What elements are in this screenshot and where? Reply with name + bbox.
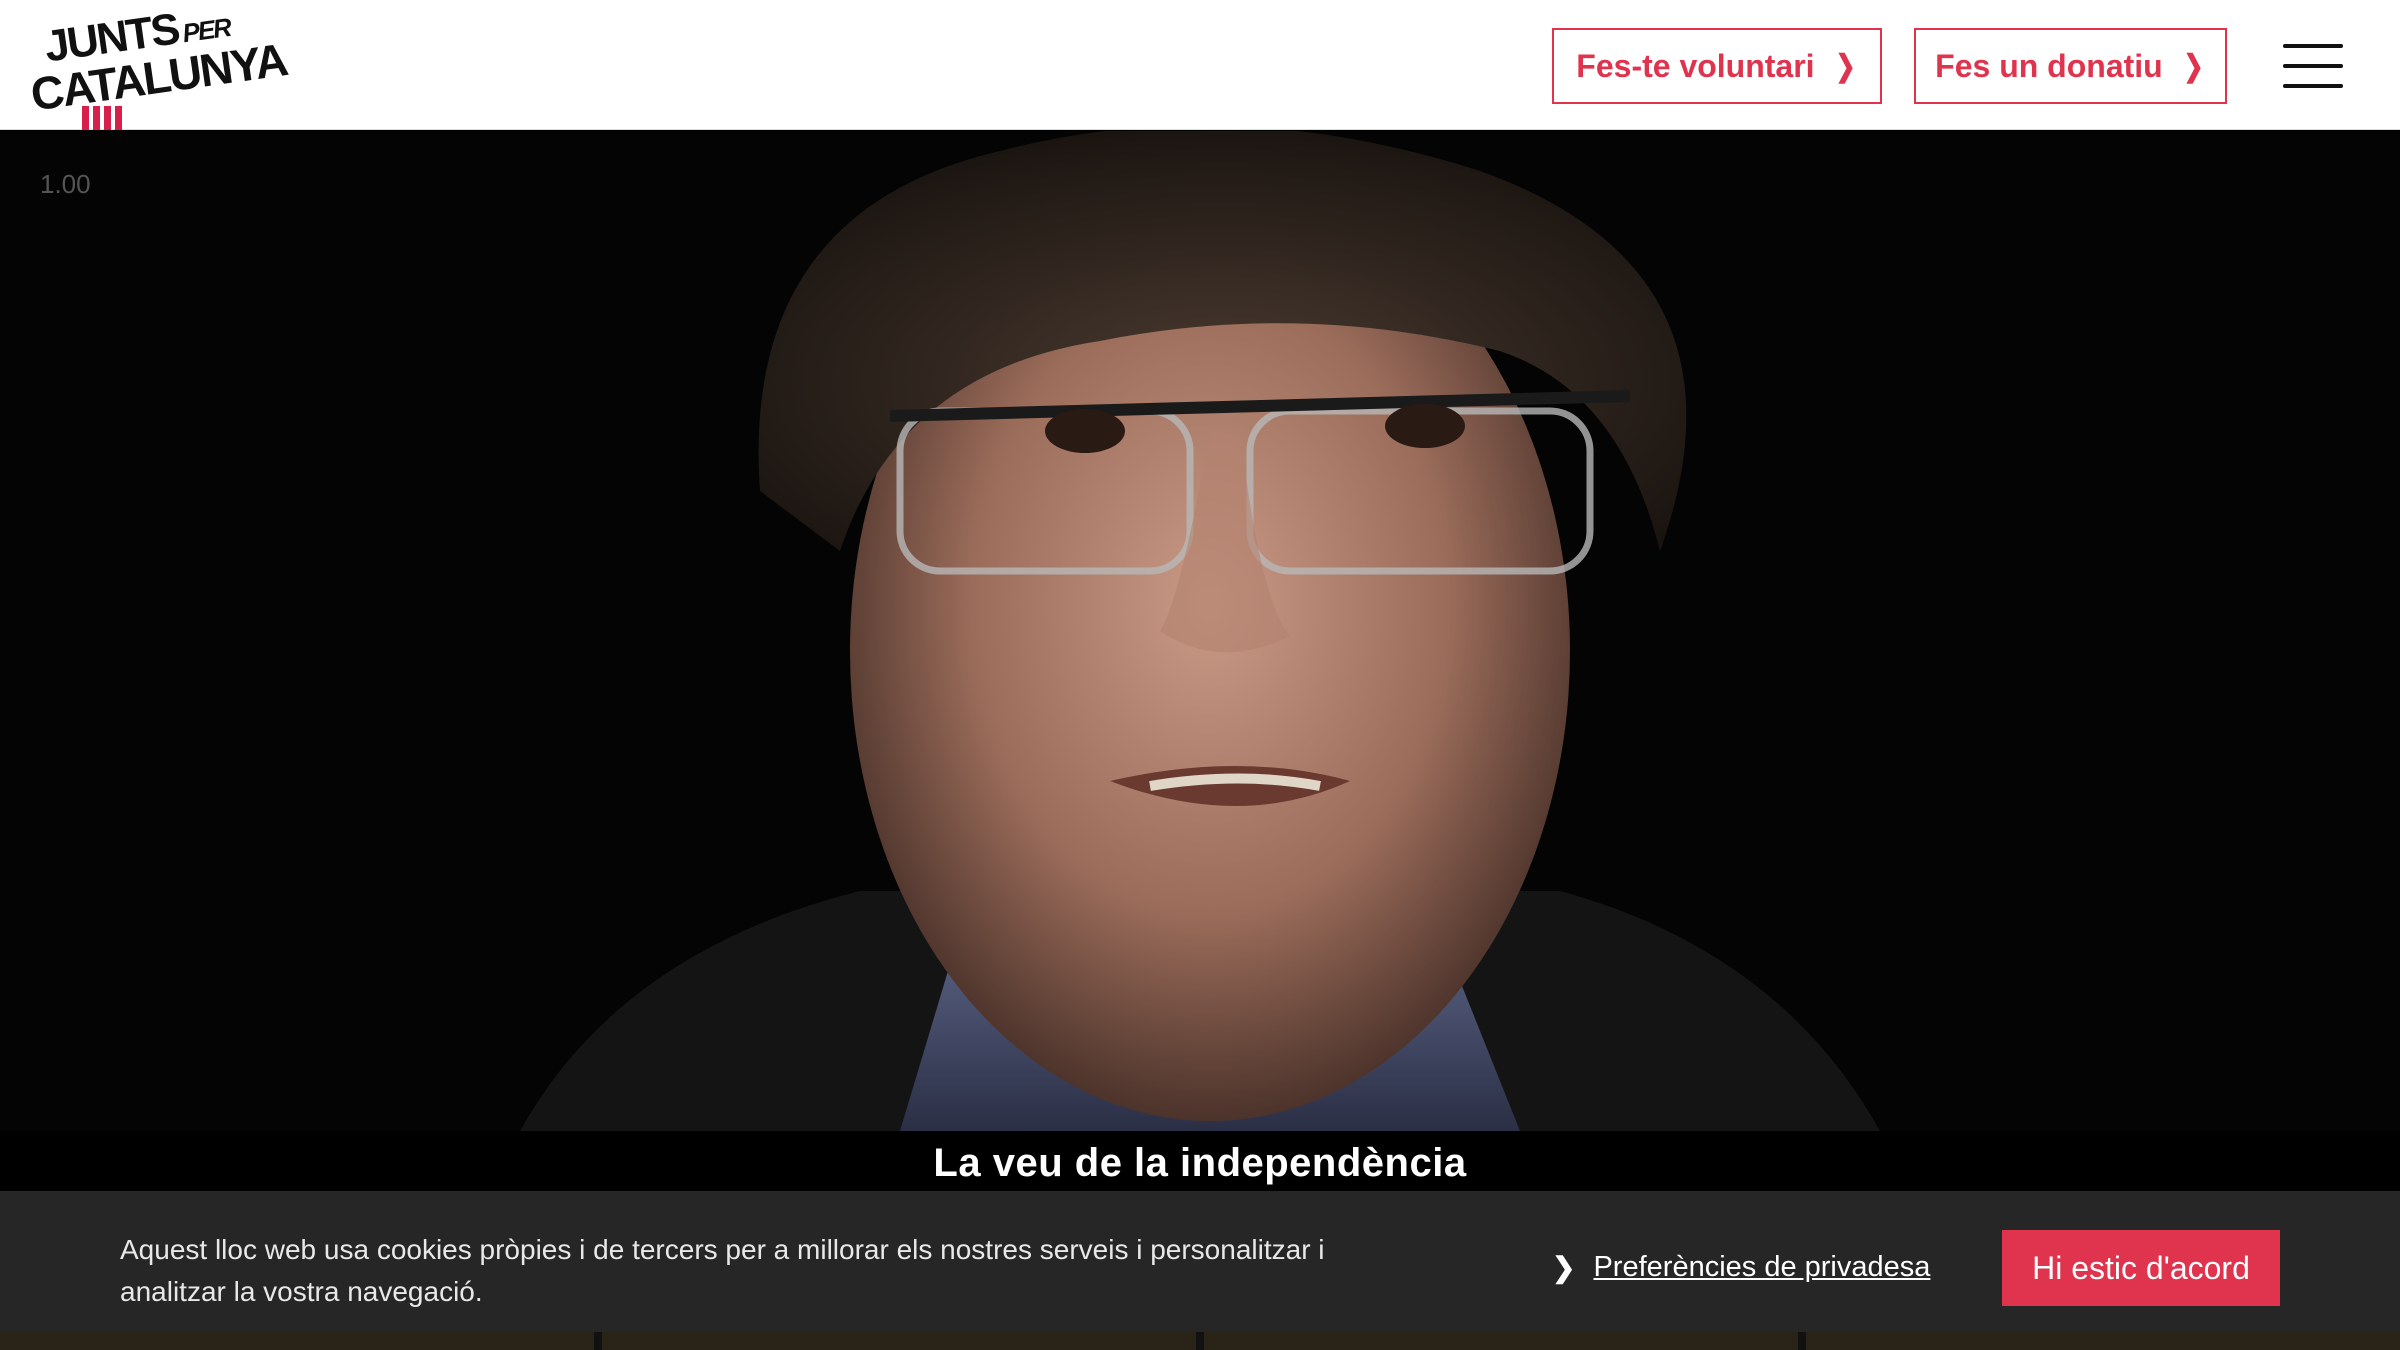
subtitle-bar: La veu de la independència: [500, 1131, 1900, 1191]
volunteer-button-label: Fes-te voluntari: [1576, 47, 1815, 84]
thumbnail[interactable]: [0, 1332, 594, 1350]
site-header: JUNTSPER CATALUNYA Fes-te voluntari ❯ Fe…: [0, 0, 2400, 130]
cookie-banner: Aquest lloc web usa cookies pròpies i de…: [0, 1191, 2400, 1332]
privacy-preferences-label: Preferències de privadesa: [1593, 1251, 1931, 1283]
chevron-right-icon: ❯: [2183, 49, 2204, 83]
volunteer-button[interactable]: Fes-te voluntari ❯: [1552, 28, 1882, 104]
video-frame-portrait: [0, 131, 2400, 1131]
hamburger-icon[interactable]: [2283, 44, 2343, 88]
thumbnail[interactable]: [602, 1332, 1196, 1350]
junts-per-catalunya-logo[interactable]: JUNTSPER CATALUNYA: [28, 4, 289, 130]
thumbnail[interactable]: [1204, 1332, 1798, 1350]
thumbnail[interactable]: [1806, 1332, 2400, 1350]
logo-stripes: [82, 106, 122, 130]
privacy-preferences-link[interactable]: ❯ Preferències de privadesa: [1552, 1251, 1930, 1284]
playback-speed-indicator: 1.00: [40, 169, 91, 199]
video-player[interactable]: 1.00: [0, 131, 2400, 1131]
donate-button[interactable]: Fes un donatiu ❯: [1914, 28, 2227, 104]
accept-cookies-button[interactable]: Hi estic d'acord: [2002, 1230, 2280, 1306]
cookie-notice-text: Aquest lloc web usa cookies pròpies i de…: [120, 1234, 1325, 1307]
chevron-right-icon: ❯: [1835, 49, 1856, 83]
video-subtitle: La veu de la independència: [933, 1141, 1467, 1185]
donate-button-label: Fes un donatiu: [1935, 47, 2163, 84]
thumbnail-strip: [0, 1332, 2400, 1350]
chevron-right-icon: ❯: [1552, 1252, 1576, 1283]
